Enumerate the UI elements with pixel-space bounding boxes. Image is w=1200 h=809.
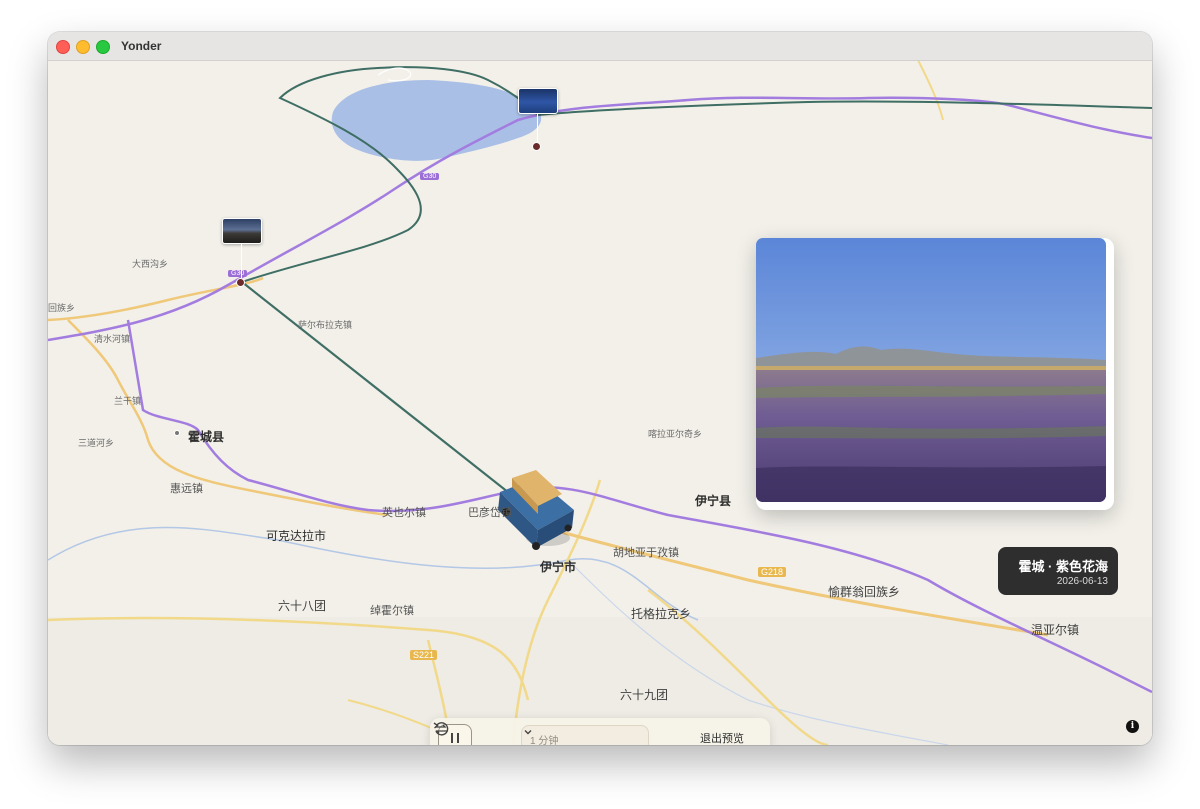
map-label: 温亚尔镇 (1031, 623, 1080, 637)
photo-date: 2026-06-13 (1056, 576, 1108, 587)
photo-thumbnail[interactable] (222, 218, 262, 244)
highway-shield: G218 (758, 567, 787, 577)
map-label: 惠远镇 (170, 483, 203, 495)
photo-preview-card[interactable] (756, 238, 1114, 510)
map-label: 霍城县 (188, 430, 225, 444)
pause-icon (457, 733, 459, 743)
maximize-window-button[interactable] (96, 40, 110, 54)
duration-select[interactable]: 1 分钟 (521, 725, 649, 745)
map-label: 六十九团 (620, 688, 669, 702)
app-title: Yonder (121, 39, 162, 53)
map-label: 绰霍尔镇 (370, 605, 414, 617)
lavender-field-photo (756, 238, 1106, 502)
photo-caption: 霍城 · 紫色花海 2026-06-13 (998, 547, 1118, 595)
map-label: 英也尔镇 (382, 507, 426, 519)
map-label: 回族乡 (48, 303, 76, 313)
map-label: 伊宁市 (540, 560, 577, 574)
map-label: 愉群翁回族乡 (828, 585, 901, 599)
exit-preview-button[interactable]: 退出预览 (700, 730, 744, 745)
chevron-down-icon (524, 730, 532, 735)
pin-stem (241, 244, 242, 278)
photo-title: 霍城 · 紫色花海 (1018, 559, 1108, 574)
map-pin[interactable] (236, 278, 245, 287)
map-label: 伊宁县 (695, 494, 732, 508)
map-label: 可克达拉市 (266, 529, 327, 543)
loop-icon[interactable] (430, 718, 452, 740)
pin-stem (537, 114, 538, 142)
city-dot (174, 430, 180, 436)
minimize-window-button[interactable] (76, 40, 90, 54)
map-view[interactable]: 霍城县 伊宁市 伊宁县 可克达拉市 惠远镇 三道河乡 兰干镇 清水河镇 愉群翁回… (48, 60, 1152, 745)
map-pin[interactable] (532, 142, 541, 151)
app-window: Yonder 霍城县 伊宁市 伊宁县 可克达拉市 惠远镇 三道河乡 兰干镇 清水… (48, 32, 1152, 745)
map-label: 萨尔布拉克镇 (298, 320, 353, 330)
duration-value: 1 分钟 (530, 736, 559, 745)
map-label: 巴彦岱镇 (468, 507, 512, 519)
map-label: 清水河镇 (94, 334, 131, 344)
highway-shield: G30 (420, 173, 440, 180)
playback-controls: 1 分钟 退出预览 (430, 718, 770, 745)
close-window-button[interactable] (56, 40, 70, 54)
title-bar: Yonder (48, 32, 1152, 61)
map-label: 胡地亚于孜镇 (613, 547, 679, 559)
map-label: 兰干镇 (114, 396, 142, 406)
photo-thumbnail[interactable] (518, 88, 558, 114)
map-label: 喀拉亚尔奇乡 (648, 429, 703, 439)
highway-shield: G30 (228, 270, 248, 277)
map-label: 大西沟乡 (132, 259, 169, 269)
map-label: 托格拉克乡 (631, 607, 692, 621)
info-icon[interactable]: i (1126, 720, 1139, 733)
highway-shield: S221 (410, 650, 438, 660)
map-label: 六十八团 (278, 599, 327, 613)
map-label: 三道河乡 (78, 438, 115, 448)
